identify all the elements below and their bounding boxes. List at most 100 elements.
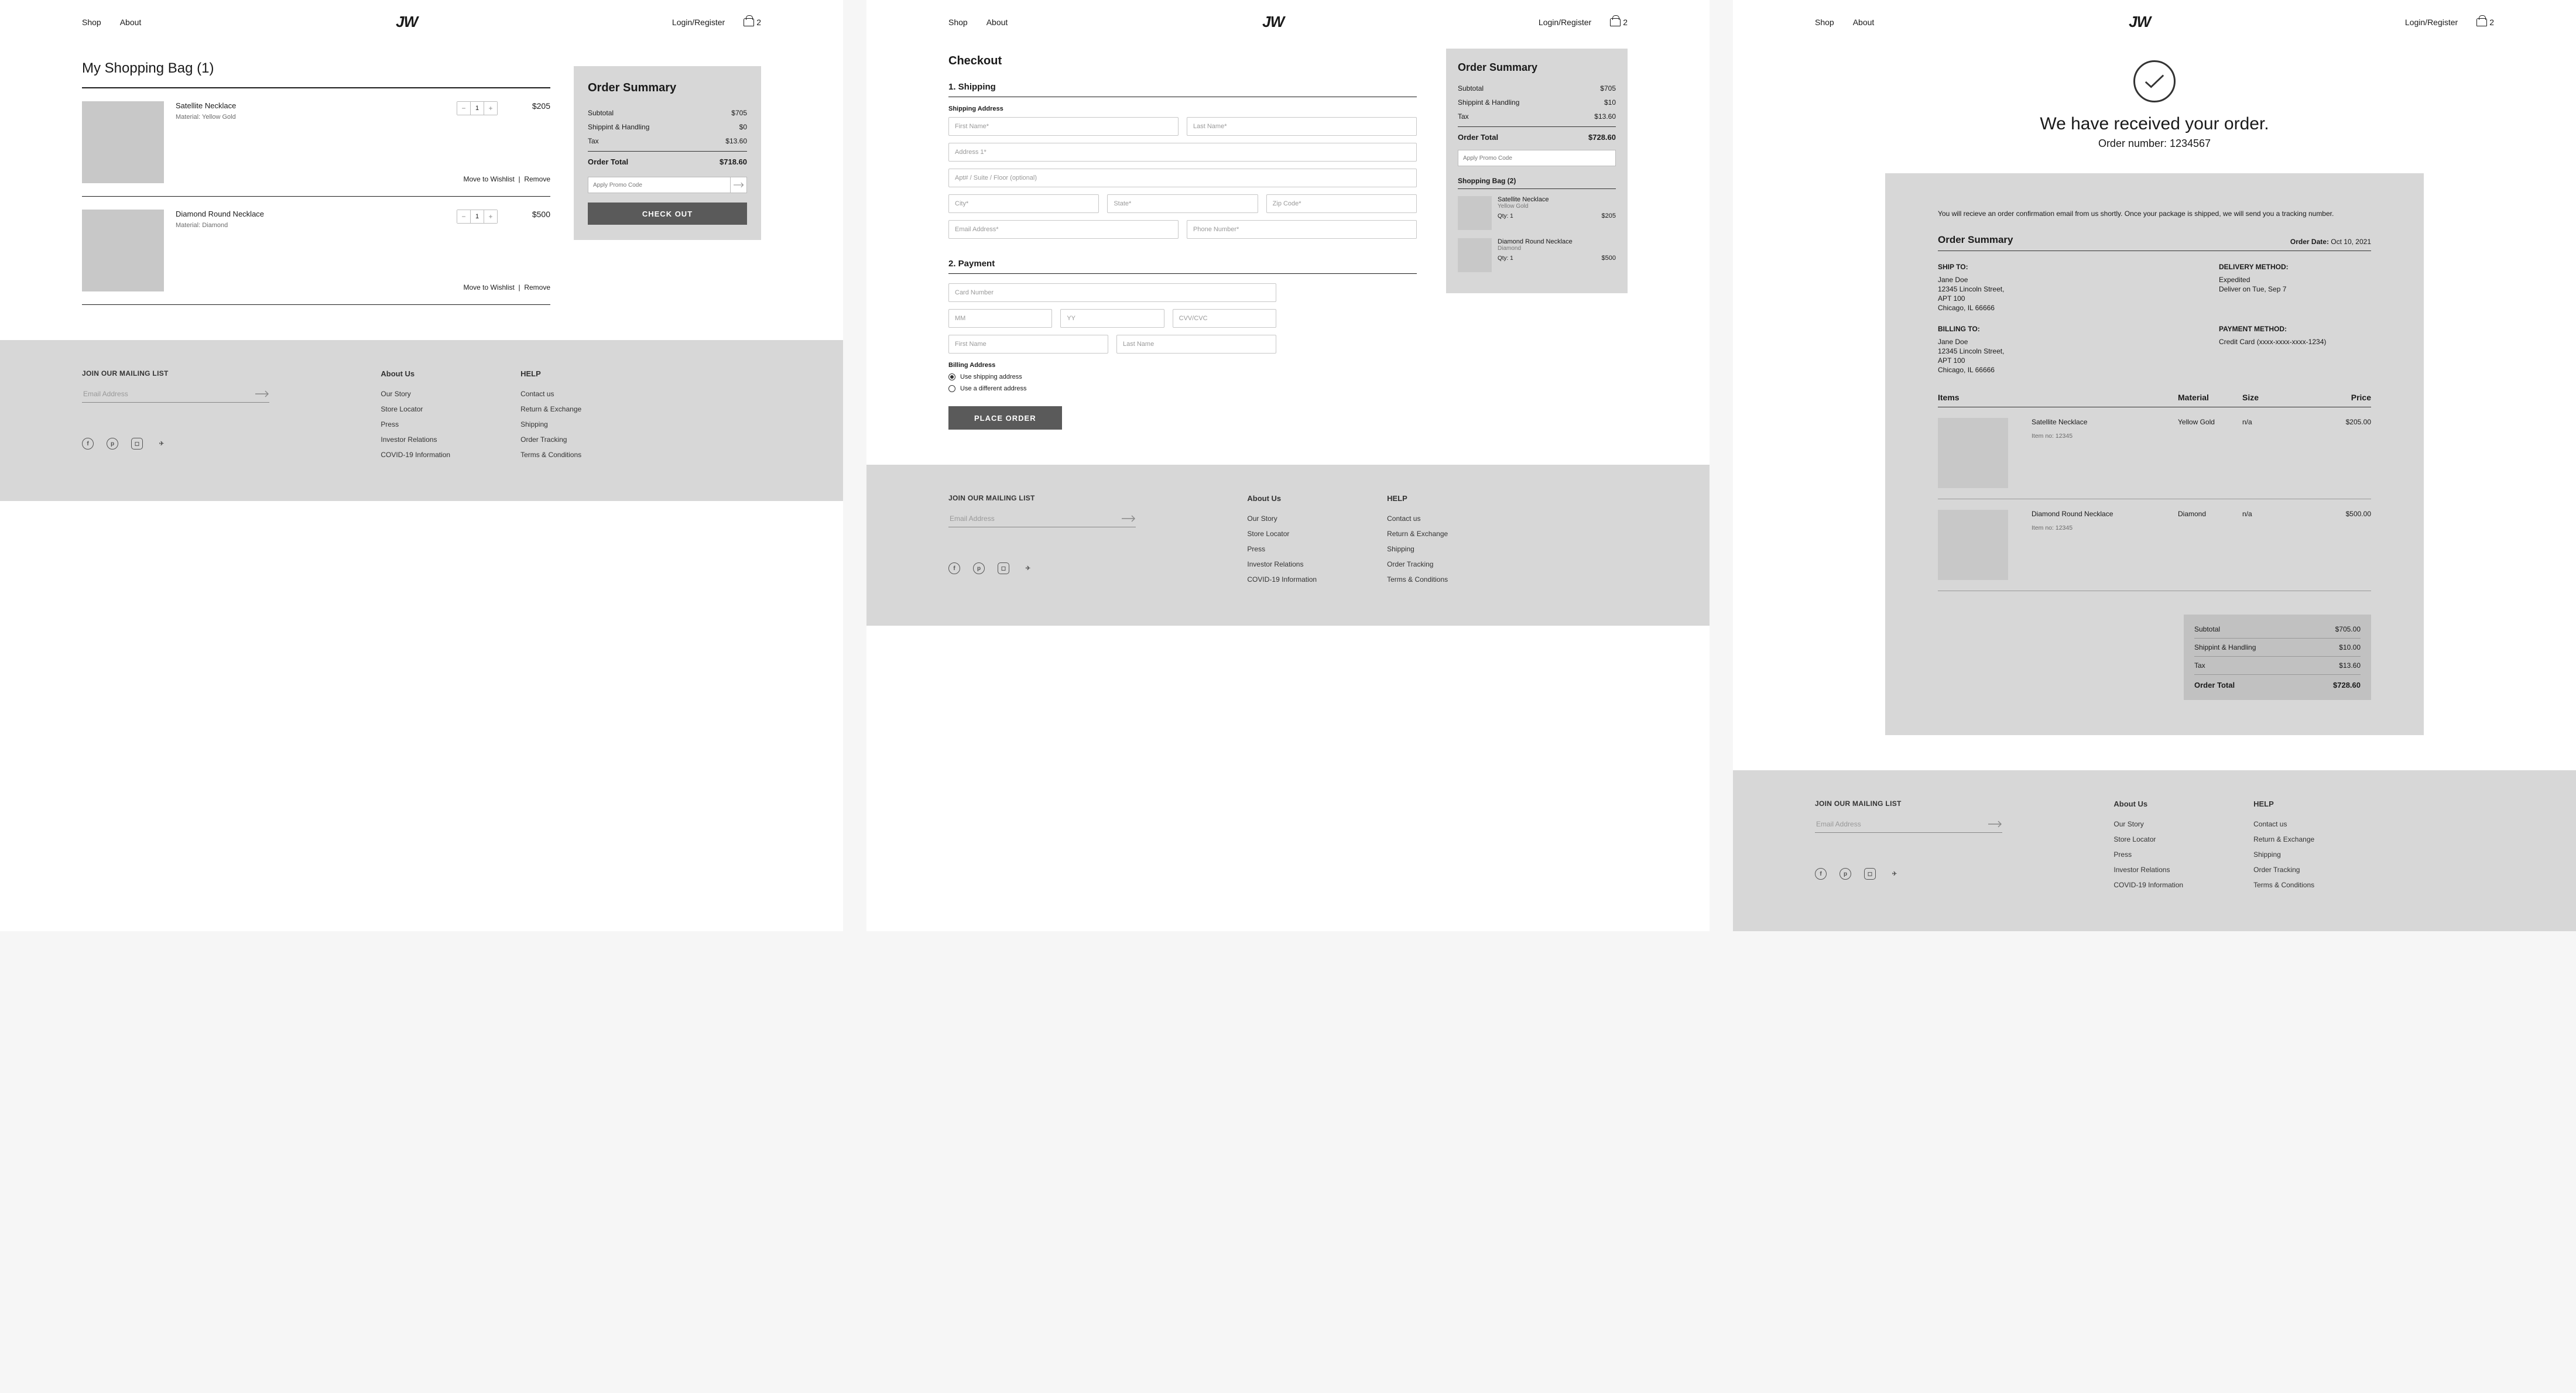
footer: JOIN OUR MAILING LIST f p ◻ ✈ About Us O…	[0, 340, 843, 501]
footer-link[interactable]: Press	[1247, 545, 1317, 553]
address2-input[interactable]	[948, 169, 1417, 187]
qty-minus[interactable]: −	[457, 102, 470, 115]
footer-link[interactable]: Shipping	[2253, 850, 2314, 859]
checkout-button[interactable]: CHECK OUT	[588, 203, 747, 225]
item-price: $205	[1602, 212, 1616, 219]
footer-link[interactable]: Investor Relations	[381, 435, 450, 444]
move-to-wishlist[interactable]: Move to Wishlist	[463, 283, 514, 291]
footer-link[interactable]: Our Story	[2113, 820, 2183, 828]
qty-plus[interactable]: +	[484, 102, 497, 115]
remove-item[interactable]: Remove	[524, 175, 550, 183]
pinterest-icon[interactable]: p	[107, 438, 118, 450]
city-input[interactable]	[948, 194, 1099, 213]
footer-link[interactable]: Investor Relations	[2113, 866, 2183, 874]
login-link[interactable]: Login/Register	[2405, 18, 2458, 27]
instagram-icon[interactable]: ◻	[131, 438, 143, 450]
zip-input[interactable]	[1266, 194, 1417, 213]
footer-link[interactable]: Order Tracking	[2253, 866, 2314, 874]
quantity-stepper[interactable]: − 1 +	[457, 101, 498, 115]
login-link[interactable]: Login/Register	[1539, 18, 1591, 27]
footer-link[interactable]: Return & Exchange	[2253, 835, 2314, 843]
address1-input[interactable]	[948, 143, 1417, 162]
footer-link[interactable]: Return & Exchange	[520, 405, 581, 413]
footer-link[interactable]: COVID-19 Information	[2113, 881, 2183, 889]
logo[interactable]: JW	[1262, 13, 1284, 31]
instagram-icon[interactable]: ◻	[998, 562, 1009, 574]
promo-input[interactable]	[588, 177, 731, 193]
arrow-icon[interactable]	[1122, 515, 1136, 522]
footer-link[interactable]: Terms & Conditions	[1387, 575, 1448, 584]
footer-link[interactable]: Investor Relations	[1247, 560, 1317, 568]
bag-button[interactable]: 2	[2476, 18, 2494, 27]
facebook-icon[interactable]: f	[948, 562, 960, 574]
card-last-name-input[interactable]	[1116, 335, 1276, 354]
instagram-icon[interactable]: ◻	[1864, 868, 1876, 880]
twitter-icon[interactable]: ✈	[156, 438, 167, 450]
facebook-icon[interactable]: f	[82, 438, 94, 450]
footer-help-title: HELP	[2253, 800, 2314, 808]
radio-different-address[interactable]: Use a different address	[948, 385, 1417, 392]
footer-link[interactable]: Terms & Conditions	[2253, 881, 2314, 889]
footer-link[interactable]: Press	[2113, 850, 2183, 859]
phone-input[interactable]	[1187, 220, 1417, 239]
footer-about-col: About Us Our Story Store Locator Press I…	[1247, 494, 1317, 591]
radio-use-shipping[interactable]: Use shipping address	[948, 373, 1417, 380]
bag-button[interactable]: 2	[744, 18, 761, 27]
nav-shop[interactable]: Shop	[1815, 18, 1834, 27]
card-first-name-input[interactable]	[948, 335, 1108, 354]
footer-link[interactable]: Terms & Conditions	[520, 451, 581, 459]
logo[interactable]: JW	[2129, 13, 2150, 31]
logo[interactable]: JW	[396, 13, 417, 31]
pinterest-icon[interactable]: p	[973, 562, 985, 574]
promo-input[interactable]	[1458, 150, 1616, 166]
bag-button[interactable]: 2	[1610, 18, 1628, 27]
pinterest-icon[interactable]: p	[1839, 868, 1851, 880]
email-input[interactable]	[948, 220, 1179, 239]
qty-minus[interactable]: −	[457, 210, 470, 223]
footer-link[interactable]: Our Story	[1247, 514, 1317, 523]
arrow-icon[interactable]	[255, 390, 269, 397]
footer-link[interactable]: Contact us	[520, 390, 581, 398]
nav-shop[interactable]: Shop	[948, 18, 968, 27]
qty-plus[interactable]: +	[484, 210, 497, 223]
nav-about[interactable]: About	[120, 18, 142, 27]
footer-link[interactable]: Contact us	[1387, 514, 1448, 523]
mailing-email-input[interactable]	[948, 514, 1122, 523]
first-name-input[interactable]	[948, 117, 1179, 136]
exp-year-input[interactable]	[1060, 309, 1164, 328]
footer-link[interactable]: Contact us	[2253, 820, 2314, 828]
move-to-wishlist[interactable]: Move to Wishlist	[463, 175, 514, 183]
mailing-email-input[interactable]	[1815, 819, 1988, 829]
footer-link[interactable]: Our Story	[381, 390, 450, 398]
state-input[interactable]	[1107, 194, 1258, 213]
footer-link[interactable]: Store Locator	[381, 405, 450, 413]
place-order-button[interactable]: PLACE ORDER	[948, 406, 1062, 430]
quantity-stepper[interactable]: − 1 +	[457, 210, 498, 224]
promo-apply-button[interactable]	[731, 177, 747, 193]
footer-link[interactable]: COVID-19 Information	[381, 451, 450, 459]
nav-about[interactable]: About	[986, 18, 1008, 27]
login-link[interactable]: Login/Register	[672, 18, 725, 27]
footer-link[interactable]: Shipping	[520, 420, 581, 428]
footer-link[interactable]: Return & Exchange	[1387, 530, 1448, 538]
cvv-input[interactable]	[1173, 309, 1276, 328]
arrow-icon[interactable]	[1988, 821, 2002, 828]
facebook-icon[interactable]: f	[1815, 868, 1827, 880]
exp-month-input[interactable]	[948, 309, 1052, 328]
nav-shop[interactable]: Shop	[82, 18, 101, 27]
footer-link[interactable]: Order Tracking	[1387, 560, 1448, 568]
footer-link[interactable]: Order Tracking	[520, 435, 581, 444]
twitter-icon[interactable]: ✈	[1022, 562, 1034, 574]
mailing-email-input[interactable]	[82, 389, 255, 399]
footer-link[interactable]: Store Locator	[1247, 530, 1317, 538]
footer-link[interactable]: Store Locator	[2113, 835, 2183, 843]
footer-link[interactable]: Press	[381, 420, 450, 428]
footer-link[interactable]: Shipping	[1387, 545, 1448, 553]
remove-item[interactable]: Remove	[524, 283, 550, 291]
size-cell: n/a	[2242, 510, 2307, 580]
twitter-icon[interactable]: ✈	[1889, 868, 1900, 880]
last-name-input[interactable]	[1187, 117, 1417, 136]
footer-link[interactable]: COVID-19 Information	[1247, 575, 1317, 584]
nav-about[interactable]: About	[1853, 18, 1875, 27]
card-number-input[interactable]	[948, 283, 1276, 302]
